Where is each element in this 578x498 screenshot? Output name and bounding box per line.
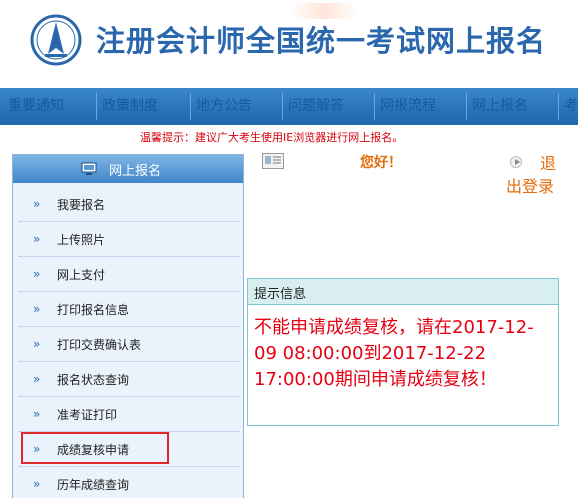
menu-item-score-review[interactable]: » 成绩复核申请 <box>19 432 239 467</box>
nav-separator <box>96 93 97 120</box>
monitor-icon <box>81 162 97 175</box>
browser-tip: 温馨提示：建议广大考生使用IE浏览器进行网上报名。 <box>140 131 404 144</box>
nav-item-more[interactable]: 考 <box>564 88 578 125</box>
double-arrow-icon: » <box>33 232 41 246</box>
nav-separator <box>558 93 559 120</box>
menu-item-label: 准考证打印 <box>57 408 118 422</box>
menu-item-label: 上传照片 <box>57 233 106 247</box>
menu-item-register[interactable]: » 我要报名 <box>19 187 239 222</box>
menu-item-label: 我要报名 <box>57 198 106 212</box>
menu-item-label: 打印交费确认表 <box>57 338 142 352</box>
nav-item-faq[interactable]: 问题解答 <box>288 88 344 125</box>
panel-header: 提示信息 <box>248 279 558 305</box>
site-title: 注册会计师全国统一考试网上报名 <box>96 24 547 58</box>
nav-item-notices[interactable]: 重要通知 <box>8 88 64 125</box>
sidebar-title: 网上报名 <box>109 164 162 179</box>
logout-link[interactable]: 退 <box>540 150 556 174</box>
message-panel: 提示信息 不能申请成绩复核，请在2017-12-09 08:00:00到2017… <box>247 278 559 426</box>
main-nav: 重要通知 政策制度 地方公告 问题解答 网报流程 网上报名 考 <box>0 88 578 125</box>
nav-item-local[interactable]: 地方公告 <box>196 88 252 125</box>
menu-item-label: 报名状态查询 <box>57 373 130 387</box>
nav-item-register[interactable]: 网上报名 <box>472 88 528 125</box>
double-arrow-icon: » <box>33 407 41 421</box>
greeting-text: 您好！ <box>360 155 402 171</box>
nav-separator <box>466 93 467 120</box>
nav-separator <box>374 93 375 120</box>
logout-link[interactable]: 出登录 <box>506 173 554 197</box>
sidebar: 网上报名 » 我要报名 » 上传照片 » 网上支付 » 打印报名信息 » 打印交… <box>12 154 244 498</box>
menu-item-status-query[interactable]: » 报名状态查询 <box>19 362 239 397</box>
menu-item-print-payment-confirmation[interactable]: » 打印交费确认表 <box>19 327 239 362</box>
menu-item-label: 历年成绩查询 <box>57 478 130 492</box>
double-arrow-icon: » <box>33 442 41 456</box>
header: 注册会计师全国统一考试网上报名 <box>0 0 578 86</box>
cicpa-emblem-icon <box>30 14 82 66</box>
nav-separator <box>282 93 283 120</box>
menu-item-print-registration[interactable]: » 打印报名信息 <box>19 292 239 327</box>
double-arrow-icon: » <box>33 372 41 386</box>
panel-title: 提示信息 <box>254 287 307 302</box>
double-arrow-icon: » <box>33 302 41 316</box>
menu-item-label: 打印报名信息 <box>57 303 130 317</box>
double-arrow-icon: » <box>33 197 41 211</box>
redacted-username <box>290 3 358 19</box>
double-arrow-icon: » <box>33 337 41 351</box>
nav-separator <box>190 93 191 120</box>
menu-item-score-history[interactable]: » 历年成绩查询 <box>19 467 239 498</box>
user-card-icon <box>262 153 284 169</box>
menu-item-label: 成绩复核申请 <box>57 443 130 457</box>
double-arrow-icon: » <box>33 477 41 491</box>
sidebar-header: 网上报名 <box>13 155 243 183</box>
menu-item-admission-ticket[interactable]: » 准考证打印 <box>19 397 239 432</box>
menu-item-label: 网上支付 <box>57 268 106 282</box>
nav-item-process[interactable]: 网报流程 <box>380 88 436 125</box>
nav-item-policy[interactable]: 政策制度 <box>102 88 158 125</box>
menu-item-online-payment[interactable]: » 网上支付 <box>19 257 239 292</box>
menu-item-upload-photo[interactable]: » 上传照片 <box>19 222 239 257</box>
logout-arrow-icon[interactable] <box>510 156 522 168</box>
review-unavailable-message: 不能申请成绩复核，请在2017-12-09 08:00:00到2017-12-2… <box>254 317 534 390</box>
double-arrow-icon: » <box>33 267 41 281</box>
